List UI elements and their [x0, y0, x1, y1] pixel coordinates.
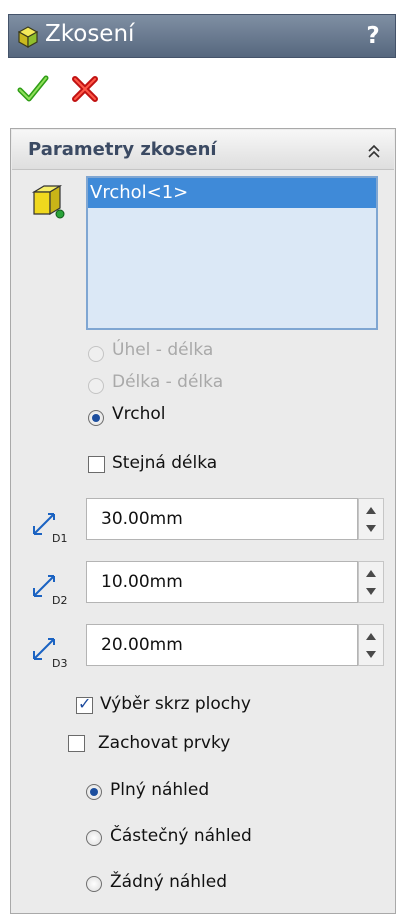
distance-d2-spinner[interactable]	[358, 561, 384, 603]
distance-d1-spinner[interactable]	[358, 498, 384, 540]
radio-partial-preview-label: Částečný náhled	[110, 826, 252, 846]
distance-d2-input[interactable]: 10.00mm	[86, 561, 358, 603]
radio-angle-length-label: Úhel - délka	[112, 340, 214, 360]
distance-d2-icon: D2	[33, 575, 67, 606]
distance-d1-icon-label: D1	[52, 532, 67, 544]
property-manager-title-bar: Zkosení ?	[8, 14, 396, 58]
keep-features-label: Zachovat prvky	[98, 733, 231, 753]
select-through-faces-checkbox[interactable]	[76, 694, 93, 714]
distance-d3-icon-label: D3	[52, 657, 67, 669]
distance-d2-icon-label: D2	[52, 594, 67, 606]
radio-no-preview-label: Žádný náhled	[110, 872, 228, 892]
radio-length-length-label: Délka - délka	[112, 372, 224, 392]
select-through-faces-label: Výběr skrz plochy	[100, 694, 251, 714]
vertex-selection-icon	[31, 184, 65, 219]
ok-checkmark-icon[interactable]	[16, 72, 50, 106]
distance-d1-icon: D1	[33, 513, 67, 544]
distance-d3-icon: D3	[33, 638, 67, 669]
panel-title: Zkosení	[45, 21, 135, 47]
distance-d3-spinner[interactable]	[358, 624, 384, 666]
radio-full-preview[interactable]	[86, 784, 102, 800]
selection-list-item[interactable]: Vrchol<1>	[88, 178, 376, 208]
distance-d3-input[interactable]: 20.00mm	[86, 624, 358, 666]
radio-vertex[interactable]	[88, 410, 104, 426]
radio-vertex-label: Vrchol	[112, 404, 166, 424]
radio-no-preview[interactable]	[86, 876, 102, 892]
radio-full-preview-label: Plný náhled	[110, 780, 210, 800]
help-button[interactable]: ?	[361, 21, 385, 51]
chamfer-feature-icon	[17, 26, 39, 49]
radio-partial-preview[interactable]	[86, 830, 102, 846]
cancel-x-icon[interactable]	[68, 72, 102, 106]
collapse-chevron-icon[interactable]	[366, 142, 382, 160]
equal-length-checkbox[interactable]	[88, 456, 105, 473]
radio-angle-length[interactable]	[88, 346, 104, 362]
radio-length-length[interactable]	[88, 378, 104, 394]
equal-length-label: Stejná délka	[112, 453, 218, 473]
distance-d1-input[interactable]: 30.00mm	[86, 498, 358, 540]
group-box-title: Parametry zkosení	[28, 139, 217, 160]
keep-features-checkbox[interactable]	[68, 735, 85, 752]
